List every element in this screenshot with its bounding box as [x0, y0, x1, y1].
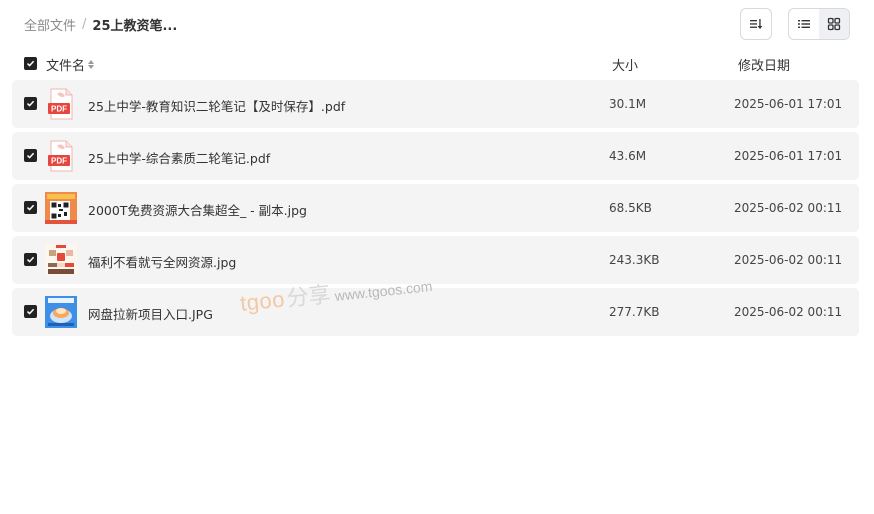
checkmark-icon	[26, 100, 35, 107]
row-checkbox[interactable]	[24, 305, 37, 318]
row-checkbox[interactable]	[24, 97, 37, 110]
file-date: 2025-06-02 00:11	[734, 305, 843, 319]
checkmark-icon	[26, 60, 35, 67]
breadcrumb-separator: /	[82, 17, 87, 32]
list-view-button[interactable]	[789, 9, 819, 39]
file-name[interactable]: 网盘拉新项目入口.JPG	[88, 304, 213, 323]
file-date: 2025-06-01 17:01	[734, 97, 843, 111]
breadcrumb-current-folder: 25上教资笔...	[92, 19, 178, 34]
file-list: PDF 25上中学-教育知识二轮笔记【及时保存】.pdf 30.1M 2025-…	[12, 80, 859, 340]
file-date: 2025-06-01 17:01	[734, 149, 843, 163]
checkmark-icon	[26, 204, 35, 211]
file-size: 68.5KB	[609, 201, 652, 215]
column-header-name[interactable]: 文件名	[46, 55, 95, 74]
file-size: 243.3KB	[609, 253, 660, 267]
file-name[interactable]: 2000T免费资源大合集超全_ - 副本.jpg	[88, 200, 307, 219]
row-checkbox[interactable]	[24, 253, 37, 266]
file-date: 2025-06-02 00:11	[734, 201, 843, 215]
column-header-name-label: 文件名	[46, 59, 86, 74]
file-row[interactable]: 2000T免费资源大合集超全_ - 副本.jpg 68.5KB 2025-06-…	[12, 184, 859, 232]
breadcrumb: 全部文件 / 25上教资笔...	[24, 15, 177, 34]
row-checkbox[interactable]	[24, 149, 37, 162]
pdf-file-icon: PDF	[45, 140, 77, 172]
image-thumbnail	[45, 192, 77, 224]
file-row[interactable]: PDF 25上中学-教育知识二轮笔记【及时保存】.pdf 30.1M 2025-…	[12, 80, 859, 128]
pdf-label: PDF	[51, 105, 67, 114]
grid-view-button[interactable]	[819, 9, 849, 39]
column-header-date: 修改日期	[738, 59, 791, 74]
image-thumbnail	[45, 244, 77, 276]
file-size: 43.6M	[609, 149, 647, 163]
checkmark-icon	[26, 152, 35, 159]
pdf-label: PDF	[51, 157, 67, 166]
row-checkbox[interactable]	[24, 201, 37, 214]
view-toggle	[788, 8, 850, 40]
image-thumbnail	[45, 296, 77, 328]
file-row[interactable]: 网盘拉新项目入口.JPG 277.7KB 2025-06-02 00:11	[12, 288, 859, 336]
file-name[interactable]: 福利不看就亏全网资源.jpg	[88, 252, 236, 271]
file-name[interactable]: 25上中学-综合素质二轮笔记.pdf	[88, 148, 270, 167]
sort-button[interactable]	[740, 8, 772, 40]
table-header: 文件名 大小 修改日期	[12, 52, 859, 76]
file-size: 30.1M	[609, 97, 647, 111]
sort-arrows-icon	[88, 59, 95, 71]
list-view-icon	[798, 20, 810, 28]
sort-icon	[750, 19, 763, 29]
pdf-file-icon: PDF	[45, 88, 77, 120]
file-date: 2025-06-02 00:11	[734, 253, 843, 267]
file-row[interactable]: 福利不看就亏全网资源.jpg 243.3KB 2025-06-02 00:11	[12, 236, 859, 284]
column-header-size: 大小	[612, 59, 639, 74]
file-name[interactable]: 25上中学-教育知识二轮笔记【及时保存】.pdf	[88, 96, 345, 115]
top-bar: 全部文件 / 25上教资笔...	[0, 0, 874, 48]
checkmark-icon	[26, 256, 35, 263]
file-size: 277.7KB	[609, 305, 660, 319]
select-all-checkbox[interactable]	[24, 57, 37, 70]
breadcrumb-root-link[interactable]: 全部文件	[24, 15, 76, 34]
checkmark-icon	[26, 308, 35, 315]
grid-view-icon	[827, 17, 841, 31]
file-row[interactable]: PDF 25上中学-综合素质二轮笔记.pdf 43.6M 2025-06-01 …	[12, 132, 859, 180]
